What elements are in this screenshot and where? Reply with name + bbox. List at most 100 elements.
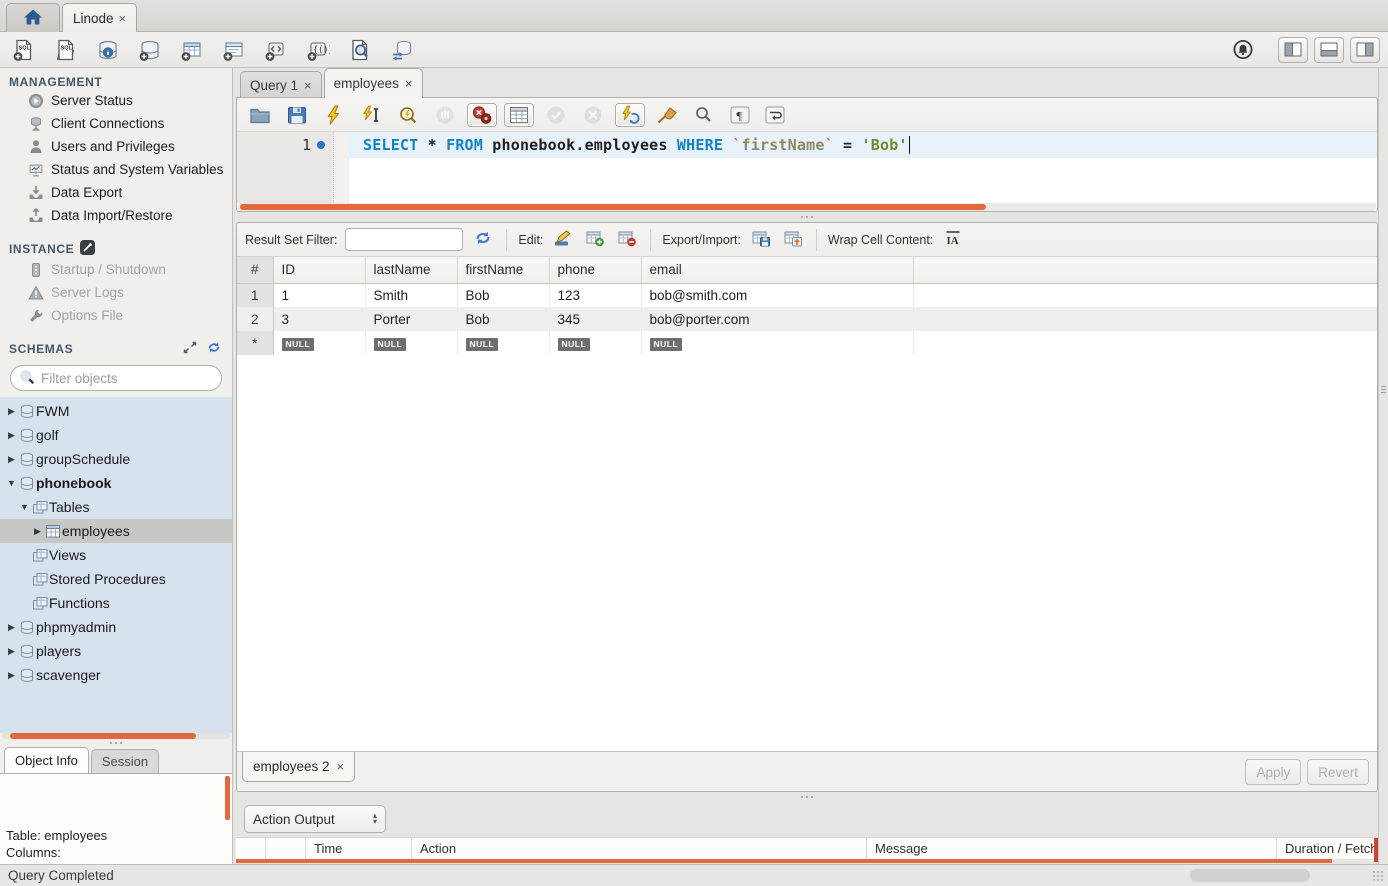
tree-item-employees[interactable]: ▶employees bbox=[0, 519, 232, 543]
execute-statement-button[interactable] bbox=[319, 103, 349, 127]
tree-down-arrow-icon[interactable]: ▼ bbox=[5, 478, 18, 488]
toggle-invisibles-button[interactable]: ¶ bbox=[726, 104, 754, 126]
limit-rows-button[interactable] bbox=[504, 103, 534, 127]
create-function-button[interactable]: {()} bbox=[302, 37, 334, 63]
beautify-script-button[interactable] bbox=[652, 103, 682, 127]
object-info-scrollbar[interactable] bbox=[225, 776, 230, 820]
tree-item-scavenger[interactable]: ▶scavenger bbox=[0, 663, 232, 687]
delete-row-button[interactable] bbox=[615, 228, 639, 251]
row-number-cell[interactable]: 1 bbox=[237, 283, 273, 307]
sql-editor[interactable]: 1 SELECT * FROM phonebook.employees WHER… bbox=[237, 132, 1377, 203]
stop-execution-button[interactable] bbox=[430, 103, 460, 127]
execute-current-statement-button[interactable] bbox=[356, 103, 386, 127]
tree-right-arrow-icon[interactable]: ▶ bbox=[5, 622, 18, 633]
grid-cell[interactable]: NULL bbox=[457, 331, 549, 355]
column-header-id[interactable]: ID bbox=[273, 257, 365, 283]
reconnect-dbms-button[interactable] bbox=[386, 37, 418, 63]
inspect-database-button[interactable] bbox=[92, 37, 124, 63]
output-hscrollbar[interactable] bbox=[1190, 869, 1310, 882]
grid-cell[interactable]: Smith bbox=[365, 283, 457, 307]
schema-filter-input[interactable] bbox=[41, 371, 218, 386]
rollback-transaction-button[interactable] bbox=[578, 103, 608, 127]
grid-cell[interactable]: Porter bbox=[365, 307, 457, 331]
column-header-firstname[interactable]: firstName bbox=[457, 257, 549, 283]
import-records-button[interactable] bbox=[781, 228, 805, 251]
create-schema-button[interactable] bbox=[134, 37, 166, 63]
grid-cell[interactable]: 345 bbox=[549, 307, 641, 331]
toggle-wrap-cell-button[interactable]: IA bbox=[941, 228, 965, 251]
close-resultset-tab-icon[interactable]: × bbox=[337, 760, 345, 773]
refresh-schemas-icon[interactable] bbox=[206, 340, 222, 358]
column-header-email[interactable]: email bbox=[641, 257, 913, 283]
tab-object-info[interactable]: Object Info bbox=[4, 747, 89, 773]
grid-cell[interactable]: 123 bbox=[549, 283, 641, 307]
query-tab-query-1[interactable]: Query 1× bbox=[240, 71, 322, 98]
export-recordset-button[interactable] bbox=[749, 228, 773, 251]
tree-item-groupschedule[interactable]: ▶groupSchedule bbox=[0, 447, 232, 471]
row-number-cell[interactable]: 2 bbox=[237, 307, 273, 331]
toggle-right-sidebar-button[interactable] bbox=[1350, 37, 1380, 63]
revert-button[interactable]: Revert bbox=[1307, 759, 1369, 785]
grid-cell[interactable]: bob@smith.com bbox=[641, 283, 913, 307]
sidebar-item-data-import-restore[interactable]: Data Import/Restore bbox=[0, 204, 232, 227]
edit-current-row-button[interactable] bbox=[551, 228, 575, 251]
sidebar-item-startup-shutdown[interactable]: Startup / Shutdown bbox=[0, 258, 232, 281]
resultset-tab-employees-2[interactable]: employees 2 × bbox=[242, 752, 355, 782]
toggle-word-wrap-button[interactable] bbox=[761, 104, 789, 126]
sidebar-item-options-file[interactable]: Options File bbox=[0, 304, 232, 327]
tree-right-arrow-icon[interactable]: ▶ bbox=[5, 646, 18, 657]
save-script-button[interactable] bbox=[282, 103, 312, 127]
close-tab-icon[interactable]: × bbox=[304, 79, 312, 92]
tree-item-stored-procedures[interactable]: Stored Procedures bbox=[0, 567, 232, 591]
tree-right-arrow-icon[interactable]: ▶ bbox=[31, 526, 44, 537]
toggle-left-sidebar-button[interactable] bbox=[1278, 37, 1308, 63]
tree-item-views[interactable]: Views bbox=[0, 543, 232, 567]
output-selector[interactable]: Action Output ▴▾ bbox=[244, 805, 386, 833]
grid-cell[interactable]: Bob bbox=[457, 283, 549, 307]
tree-down-arrow-icon[interactable]: ▼ bbox=[18, 502, 31, 512]
column-header-lastname[interactable]: lastName bbox=[365, 257, 457, 283]
grid-cell[interactable]: NULL bbox=[365, 331, 457, 355]
tree-right-arrow-icon[interactable]: ▶ bbox=[5, 670, 18, 681]
new-sql-tab-button[interactable]: SQL bbox=[8, 37, 40, 63]
home-tab[interactable] bbox=[6, 3, 60, 32]
sidebar-splitter-handle[interactable] bbox=[0, 739, 232, 747]
sql-statement[interactable]: SELECT * FROM phonebook.employees WHERE … bbox=[363, 132, 910, 158]
tree-item-tables[interactable]: ▼Tables bbox=[0, 495, 232, 519]
sidebar-item-users-and-privileges[interactable]: Users and Privileges bbox=[0, 135, 232, 158]
grid-cell[interactable]: NULL bbox=[273, 331, 365, 355]
sidebar-item-data-export[interactable]: Data Export bbox=[0, 181, 232, 204]
sidebar-item-client-connections[interactable]: Client Connections bbox=[0, 112, 232, 135]
close-tab-icon[interactable]: × bbox=[119, 12, 127, 25]
sidebar-item-server-status[interactable]: Server Status bbox=[0, 89, 232, 112]
toggle-stop-on-error-button[interactable] bbox=[467, 103, 497, 127]
tree-item-functions[interactable]: Functions bbox=[0, 591, 232, 615]
grid-cell[interactable]: NULL bbox=[549, 331, 641, 355]
create-table-button[interactable] bbox=[176, 37, 208, 63]
grid-cell[interactable]: NULL bbox=[641, 331, 913, 355]
apply-button[interactable]: Apply bbox=[1245, 759, 1301, 785]
open-script-button[interactable] bbox=[245, 103, 275, 127]
right-panel-splitter[interactable] bbox=[1378, 68, 1388, 864]
tree-item-fwm[interactable]: ▶FWM bbox=[0, 399, 232, 423]
right-splitter-handle[interactable] bbox=[1381, 386, 1386, 400]
tree-right-arrow-icon[interactable]: ▶ bbox=[5, 430, 18, 441]
tree-item-phpmyadmin[interactable]: ▶phpmyadmin bbox=[0, 615, 232, 639]
grid-cell[interactable]: bob@porter.com bbox=[641, 307, 913, 331]
tree-right-arrow-icon[interactable]: ▶ bbox=[5, 454, 18, 465]
close-tab-icon[interactable]: × bbox=[405, 77, 413, 90]
create-view-button[interactable] bbox=[218, 37, 250, 63]
column-header-phone[interactable]: phone bbox=[549, 257, 641, 283]
row-number-cell[interactable]: * bbox=[237, 331, 273, 355]
schema-tree-hscrollbar[interactable] bbox=[2, 733, 230, 739]
search-table-data-button[interactable] bbox=[344, 37, 376, 63]
editor-hscrollbar[interactable] bbox=[238, 203, 1376, 211]
column-header-[interactable]: # bbox=[237, 257, 273, 283]
grid-cell[interactable]: 3 bbox=[273, 307, 365, 331]
sidebar-item-status-and-system-variables[interactable]: Status and System Variables bbox=[0, 158, 232, 181]
tree-right-arrow-icon[interactable]: ▶ bbox=[5, 406, 18, 417]
insert-row-button[interactable] bbox=[583, 228, 607, 251]
toggle-bottom-panel-button[interactable] bbox=[1314, 37, 1344, 63]
sidebar-item-server-logs[interactable]: Server Logs bbox=[0, 281, 232, 304]
explain-plan-button[interactable] bbox=[393, 103, 423, 127]
